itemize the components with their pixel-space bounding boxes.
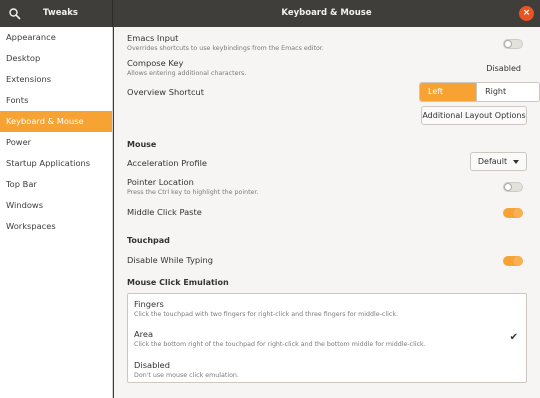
sidebar-item-fonts[interactable]: Fonts <box>0 90 112 111</box>
checkmark-icon: ✔ <box>509 332 518 343</box>
sidebar-item-windows[interactable]: Windows <box>0 195 112 216</box>
sidebar: Appearance Desktop Extensions Fonts Keyb… <box>0 27 113 398</box>
acceleration-profile-label: Acceleration Profile <box>127 158 207 168</box>
sidebar-item-workspaces[interactable]: Workspaces <box>0 216 112 237</box>
sidebar-item-startup-applications[interactable]: Startup Applications <box>0 153 112 174</box>
click-emulation-section-title: Mouse Click Emulation <box>127 278 229 287</box>
mouse-section-title: Mouse <box>127 140 157 149</box>
sidebar-item-extensions[interactable]: Extensions <box>0 69 112 90</box>
touchpad-section-title: Touchpad <box>127 236 170 245</box>
option-desc: Click the touchpad with two fingers for … <box>134 311 399 318</box>
close-button[interactable]: × <box>519 6 534 21</box>
option-title: Disabled <box>134 360 171 370</box>
click-emulation-option-area[interactable]: Area Click the bottom right of the touch… <box>134 329 426 348</box>
middle-click-paste-switch[interactable] <box>503 208 523 218</box>
page-title: Keyboard & Mouse <box>281 8 372 18</box>
chevron-down-icon <box>513 159 520 164</box>
sidebar-item-top-bar[interactable]: Top Bar <box>0 174 112 195</box>
sidebar-item-desktop[interactable]: Desktop <box>0 48 112 69</box>
pointer-location-desc: Press the Ctrl key to highlight the poin… <box>127 189 259 196</box>
headerbar: Tweaks Keyboard & Mouse × <box>0 0 540 27</box>
pointer-location-label: Pointer Location <box>127 177 194 187</box>
switch-knob <box>513 208 523 218</box>
sidebar-item-appearance[interactable]: Appearance <box>0 27 112 48</box>
click-emulation-option-fingers[interactable]: Fingers Click the touchpad with two fing… <box>134 299 398 318</box>
emacs-input-switch[interactable] <box>503 39 523 49</box>
overview-shortcut-selector: Left Super Right Super <box>419 82 540 102</box>
option-desc: Don't use mouse click emulation. <box>134 372 239 379</box>
option-desc: Click the bottom right of the touchpad f… <box>134 341 426 348</box>
headerbar-left: Tweaks <box>0 0 113 27</box>
click-emulation-list: Fingers Click the touchpad with two fing… <box>127 293 527 383</box>
right-super-button[interactable]: Right Super <box>476 83 539 101</box>
click-emulation-option-disabled[interactable]: Disabled Don't use mouse click emulation… <box>134 360 239 379</box>
middle-click-paste-label: Middle Click Paste <box>127 207 202 217</box>
option-title: Fingers <box>134 299 164 309</box>
settings-panel: Emacs Input Overrides shortcuts to use k… <box>114 27 540 398</box>
disable-while-typing-switch[interactable] <box>503 256 523 266</box>
additional-layout-options-button[interactable]: Additional Layout Options <box>421 106 527 125</box>
sidebar-item-keyboard-mouse[interactable]: Keyboard & Mouse <box>0 111 112 132</box>
option-title: Area <box>134 329 154 339</box>
switch-knob <box>513 256 523 266</box>
compose-key-desc: Allows entering additional characters. <box>127 70 247 77</box>
acceleration-profile-dropdown[interactable]: Default <box>470 152 527 171</box>
emacs-input-desc: Overrides shortcuts to use keybindings f… <box>127 45 324 52</box>
overview-shortcut-label: Overview Shortcut <box>127 87 205 97</box>
switch-knob <box>504 40 512 48</box>
pointer-location-switch[interactable] <box>503 182 523 192</box>
sidebar-item-power[interactable]: Power <box>0 132 112 153</box>
compose-key-label: Compose Key <box>127 58 184 68</box>
left-super-button[interactable]: Left Super <box>420 83 477 101</box>
compose-key-value[interactable]: Disabled <box>486 64 521 73</box>
disable-while-typing-label: Disable While Typing <box>127 255 214 265</box>
emacs-input-label: Emacs Input <box>127 33 179 43</box>
app-title: Tweaks <box>43 8 78 18</box>
switch-knob <box>504 183 512 191</box>
acceleration-profile-value: Default <box>477 157 508 166</box>
